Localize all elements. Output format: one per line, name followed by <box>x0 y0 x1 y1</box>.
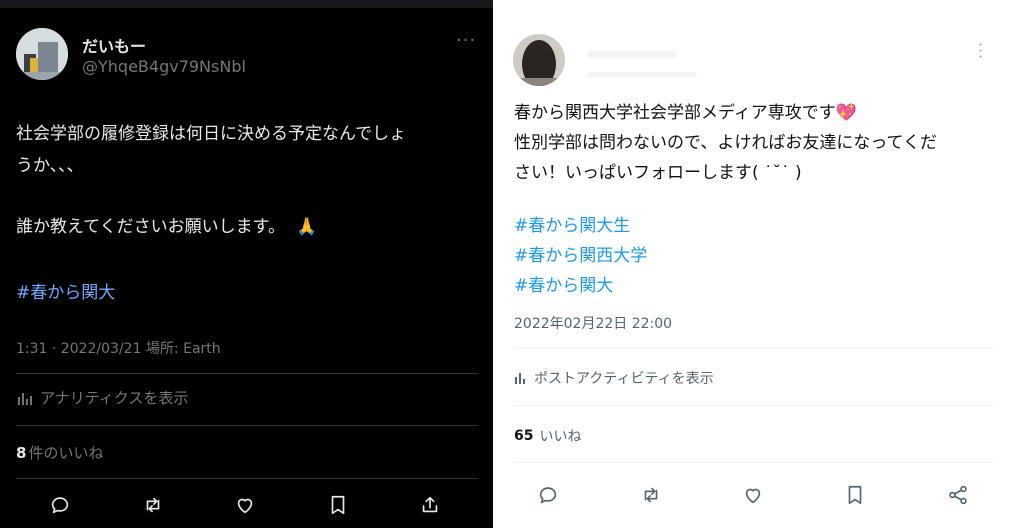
likes-count: 65 <box>514 428 534 444</box>
hashtag-link[interactable]: #春から関大 <box>514 271 613 296</box>
analytics-icon <box>515 373 525 384</box>
like-icon[interactable] <box>230 490 260 520</box>
reply-icon[interactable] <box>45 490 75 520</box>
tweet-text-line-2: うか、、、 <box>16 156 84 176</box>
right-tweet-panel: ··· 春から関西大学社会学部メディア専攻です💖 性別学部は問わないので、よけれ… <box>493 0 1024 528</box>
tweet-timestamp[interactable]: 2022年02月22日 22:00 <box>514 313 672 333</box>
left-tweet-panel: だいもー @YhqeB4gv79NsNbl ··· 社会学部の履修登録は何日に決… <box>0 0 493 528</box>
retweet-icon[interactable] <box>636 480 666 510</box>
avatar[interactable] <box>16 28 68 80</box>
likes-label: 件のいいね <box>28 444 104 462</box>
hashtag-link[interactable]: #春から関大 <box>16 278 115 303</box>
bookmark-icon[interactable] <box>840 480 870 510</box>
tweet-text-line-1: 春から関西大学社会学部メディア専攻です💖 <box>514 98 857 123</box>
handle-placeholder <box>587 72 697 78</box>
sparkling-heart-emoji: 💖 <box>835 103 857 123</box>
divider <box>514 462 994 463</box>
pray-emoji: 🙏 <box>296 217 318 237</box>
like-icon[interactable] <box>738 480 768 510</box>
tweet-text-intro: 春から関西大学社会学部メディア専攻です <box>514 103 836 123</box>
bookmark-icon[interactable] <box>323 490 353 520</box>
divider <box>16 373 478 374</box>
divider <box>16 478 478 479</box>
display-name[interactable]: だいもー <box>82 33 146 57</box>
avatar-image <box>513 34 565 86</box>
post-activity-label: ポストアクティビティを表示 <box>534 371 714 387</box>
more-vertical-icon[interactable]: ··· <box>971 42 990 60</box>
name-placeholder <box>587 50 677 58</box>
avatar[interactable] <box>513 34 565 86</box>
tweet-meta: 1:31 · 2022/03/21 場所: Earth <box>16 341 221 357</box>
more-horizontal-icon[interactable]: ··· <box>456 30 476 51</box>
tweet-text-line-3: さい！いっぱいフォローします( ˙˘˙ ) <box>514 163 802 183</box>
divider <box>16 425 478 426</box>
tweet-text-line-2: 性別学部は問わないので、よければお友達になってくだ <box>514 133 937 153</box>
hashtag-link[interactable]: #春から関西大学 <box>514 241 647 266</box>
avatar-image <box>16 28 68 80</box>
share-icon[interactable] <box>415 490 445 520</box>
retweet-icon[interactable] <box>138 490 168 520</box>
analytics-link[interactable]: アナリティクスを表示 <box>16 387 188 408</box>
user-handle[interactable]: @YhqeB4gv79NsNbl <box>82 57 246 76</box>
post-activity-link[interactable]: ポストアクティビティを表示 <box>514 368 714 388</box>
tweet-text-request: 誰か教えてくださいお願いします。 <box>16 217 285 237</box>
divider <box>514 405 994 406</box>
reply-icon[interactable] <box>533 480 563 510</box>
hashtag-link[interactable]: #春から関大生 <box>514 211 630 236</box>
tweet-text-line-1: 社会学部の履修登録は何日に決める予定なんでしょ <box>16 124 407 144</box>
divider <box>514 348 994 349</box>
analytics-label: アナリティクスを表示 <box>40 389 189 407</box>
tweet-text-line-3: 誰か教えてくださいお願いします。 🙏 <box>16 212 318 237</box>
likes-summary[interactable]: 8 件のいいね <box>16 442 103 463</box>
likes-label: いいね <box>539 429 582 445</box>
likes-summary[interactable]: 65 いいね <box>514 426 581 446</box>
analytics-icon <box>18 392 32 405</box>
top-bar <box>0 0 493 8</box>
share-icon[interactable] <box>943 480 973 510</box>
likes-count: 8 <box>16 443 27 462</box>
